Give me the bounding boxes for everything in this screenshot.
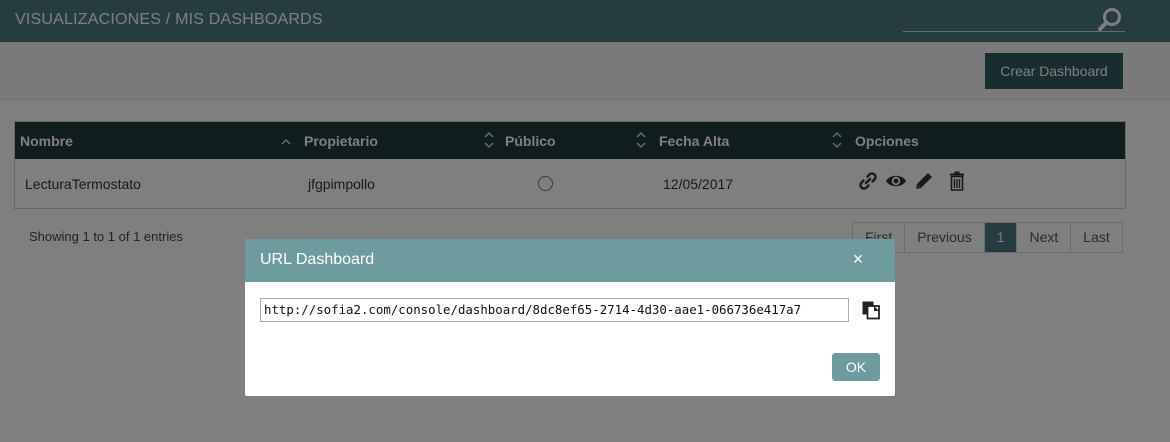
copy-icon[interactable] [861,300,881,320]
close-icon[interactable]: × [849,250,867,268]
modal-title: URL Dashboard [260,251,375,268]
url-field[interactable]: http://sofia2.com/console/dashboard/8dc8… [260,298,849,322]
ok-button[interactable]: OK [832,353,880,381]
url-dashboard-modal: URL Dashboard × http://sofia2.com/consol… [245,239,895,396]
modal-header: URL Dashboard × [245,239,895,282]
